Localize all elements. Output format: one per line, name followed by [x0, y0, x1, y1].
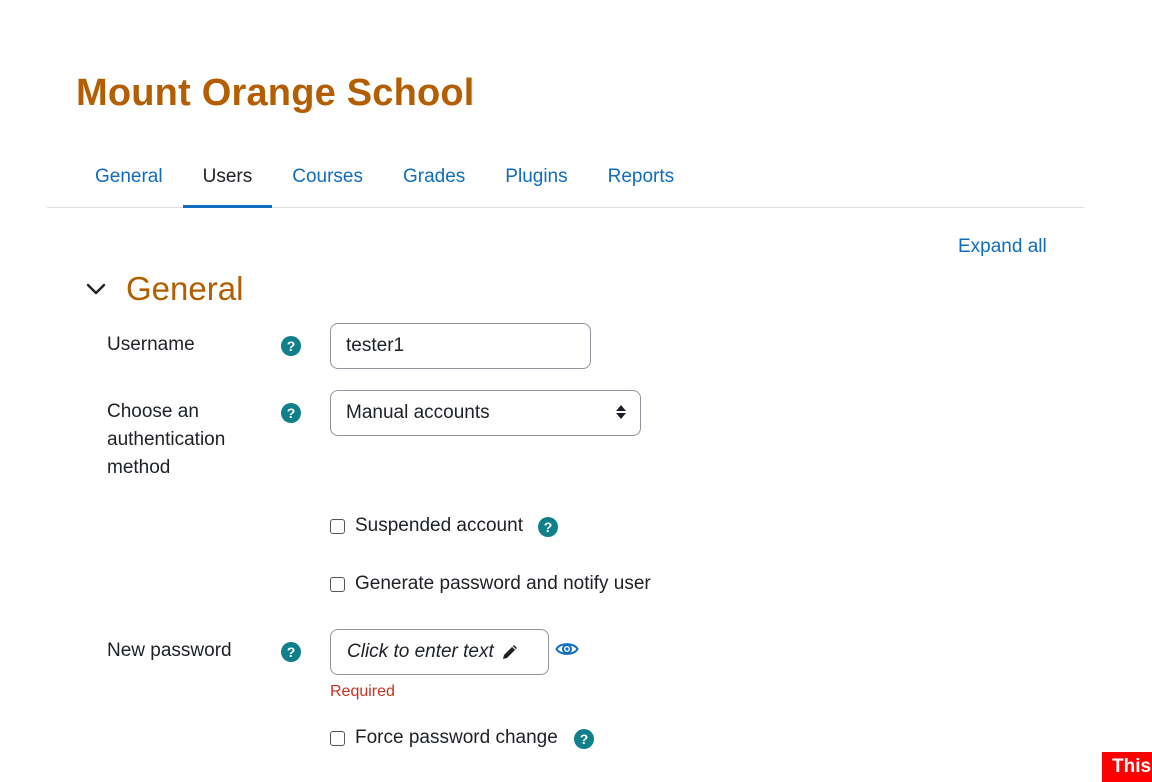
username-input[interactable]: tester1 [330, 323, 591, 369]
pencil-icon [500, 642, 520, 662]
tab-general[interactable]: General [75, 146, 183, 207]
admin-tabs: General Users Courses Grades Plugins Rep… [47, 146, 1084, 208]
tab-courses[interactable]: Courses [272, 146, 383, 207]
tab-plugins[interactable]: Plugins [485, 146, 587, 207]
site-title: Mount Orange School [76, 72, 475, 114]
expand-all-link[interactable]: Expand all [958, 236, 1047, 258]
section-header-general: General [84, 270, 243, 308]
chevron-down-icon[interactable] [84, 277, 108, 301]
suspended-row: Suspended account [330, 515, 523, 537]
select-arrows-icon [616, 405, 626, 419]
help-icon[interactable]: ? [538, 517, 558, 537]
tab-users[interactable]: Users [182, 146, 273, 208]
page: Mount Orange School General Users Course… [0, 0, 1152, 782]
new-password-placeholder: Click to enter text [347, 641, 494, 662]
suspended-label: Suspended account [355, 515, 523, 536]
section-title: General [126, 270, 244, 307]
new-password-label: New password [107, 640, 232, 661]
help-icon[interactable]: ? [281, 642, 301, 662]
generate-password-row: Generate password and notify user [330, 573, 651, 595]
required-message: Required [330, 683, 395, 700]
auth-method-label: Choose an authentication method [107, 401, 226, 478]
generate-password-checkbox[interactable] [330, 576, 345, 592]
auth-method-select[interactable]: Manual accounts [330, 390, 641, 436]
auth-method-value: Manual accounts [346, 402, 490, 423]
username-label: Username [107, 334, 195, 355]
help-icon[interactable]: ? [281, 403, 301, 423]
generate-password-label: Generate password and notify user [355, 573, 651, 594]
tab-reports[interactable]: Reports [588, 146, 695, 207]
corner-badge: This [1102, 752, 1152, 782]
eye-icon[interactable] [555, 640, 579, 663]
help-icon[interactable]: ? [281, 336, 301, 356]
username-value: tester1 [346, 335, 405, 356]
suspended-checkbox[interactable] [330, 518, 345, 534]
force-change-row: Force password change [330, 727, 558, 749]
new-password-field[interactable]: Click to enter text [330, 629, 549, 675]
tab-grades[interactable]: Grades [383, 146, 485, 207]
force-change-label: Force password change [355, 727, 558, 748]
help-icon[interactable]: ? [574, 729, 594, 749]
force-change-checkbox[interactable] [330, 730, 345, 746]
